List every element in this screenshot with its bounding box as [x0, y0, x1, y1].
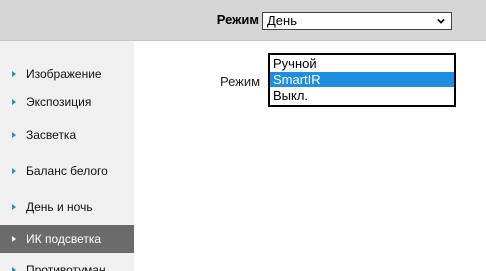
dropdown-option-manual[interactable]: Ручной [270, 56, 454, 71]
sidebar-item-defog[interactable]: Противотуман [0, 259, 134, 271]
triangle-right-icon [12, 267, 16, 271]
dropdown-option-smartir[interactable]: SmartIR [270, 72, 454, 87]
top-mode-label: Режим [216, 12, 259, 27]
sidebar-item-label: ИК подсветка [26, 232, 102, 246]
triangle-right-icon [12, 204, 16, 210]
dropdown-option-off[interactable]: Выкл. [270, 88, 454, 103]
sidebar-item-label: Противотуман [26, 263, 106, 271]
ir-mode-label: Режим [220, 74, 261, 89]
ir-mode-dropdown-list: Ручной SmartIR Выкл. [268, 53, 456, 107]
triangle-right-icon [12, 99, 16, 105]
sidebar-item-exposure[interactable]: Экспозиция [0, 91, 134, 113]
sidebar-item-label: Засветка [26, 128, 77, 142]
triangle-right-icon [12, 236, 16, 242]
settings-page: Режим День Изображение Экспозиция Засвет… [0, 0, 486, 271]
mode-select[interactable]: День [262, 12, 452, 30]
sidebar-item-label: Изображение [26, 67, 102, 81]
sidebar-item-label: Экспозиция [26, 95, 92, 109]
sidebar-item-white-balance[interactable]: Баланс белого [0, 160, 134, 182]
sidebar-item-ir-light[interactable]: ИК подсветка [0, 225, 134, 253]
sidebar: Изображение Экспозиция Засветка Баланс б… [0, 41, 134, 271]
mode-select-value: День [267, 13, 297, 28]
sidebar-item-label: День и ночь [26, 200, 93, 214]
top-bar: Режим День [0, 0, 486, 41]
triangle-right-icon [12, 168, 16, 174]
triangle-right-icon [12, 71, 16, 77]
chevron-down-icon [437, 18, 445, 24]
sidebar-item-backlight[interactable]: Засветка [0, 124, 134, 146]
triangle-right-icon [12, 132, 16, 138]
sidebar-item-image[interactable]: Изображение [0, 63, 134, 85]
sidebar-item-label: Баланс белого [26, 164, 108, 178]
sidebar-item-day-night[interactable]: День и ночь [0, 196, 134, 218]
